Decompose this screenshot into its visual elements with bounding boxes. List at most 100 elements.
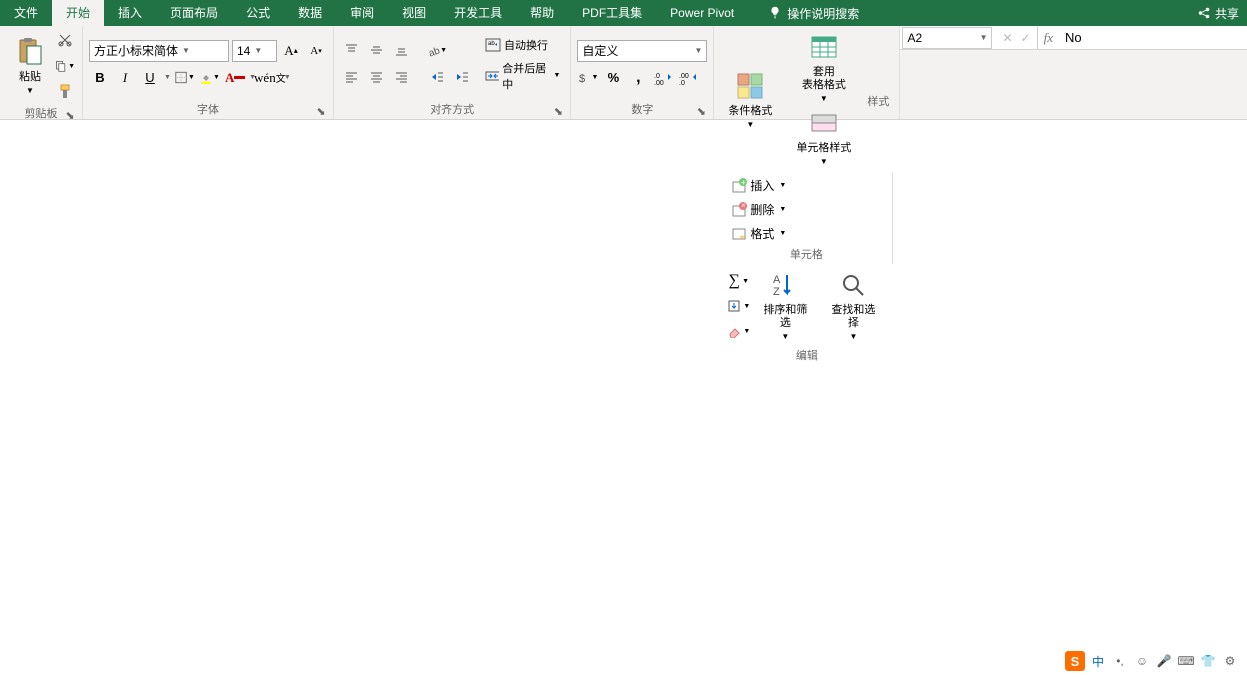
format-cells-button[interactable]: 格式▼ [726,223,791,244]
ribbon: 粘贴 ▼ ▼ 剪贴板⬊ 方正小标宋简体▼ 14▼ A▴ A▾ B [0,26,1247,120]
fill-button[interactable]: ▼ [726,295,751,317]
tab-review[interactable]: 审阅 [336,0,388,26]
fill-color-button[interactable]: ▼ [199,67,221,89]
italic-button[interactable]: I [114,67,136,89]
enter-formula-button[interactable]: ✓ [1021,31,1031,45]
font-group-label: 字体 [197,104,219,116]
svg-text:$: $ [579,73,585,85]
wrap-text-button[interactable]: ab自动换行 [481,36,564,54]
font-size-combo[interactable]: 14▼ [232,40,277,62]
tell-me-label: 操作说明搜索 [787,5,859,22]
group-cells: +插入▼ ×删除▼ 格式▼ 单元格 [720,172,893,264]
borders-button[interactable]: ▼ [174,67,196,89]
merge-icon [485,68,499,84]
svg-text:.00: .00 [654,80,664,85]
tab-powerpivot[interactable]: Power Pivot [656,0,748,26]
phonetic-button[interactable]: wén文 [259,67,281,89]
group-alignment: ab▼ ab自动换行 合并后居中▼ 对齐方式 ⬊ [334,26,571,119]
font-name-combo[interactable]: 方正小标宋简体▼ [89,40,229,62]
group-clipboard: 粘贴 ▼ ▼ 剪贴板⬊ [0,26,83,119]
cut-button[interactable] [54,29,76,51]
number-format-combo[interactable]: 自定义▼ [577,40,707,62]
styles-group-label: 样式 [867,96,889,108]
format-table-icon [810,33,838,61]
format-table-button[interactable]: 套用 表格格式▼ 单元格样式▼ [780,29,867,172]
paste-button[interactable]: 粘贴 ▼ [6,34,54,99]
tab-help[interactable]: 帮助 [516,0,568,26]
sort-filter-button[interactable]: AZ排序和筛选▼ [751,267,819,345]
svg-text:.0: .0 [679,80,685,85]
delete-cells-button[interactable]: ×删除▼ [726,199,791,220]
tab-pdftools[interactable]: PDF工具集 [568,0,656,26]
tab-insert[interactable]: 插入 [104,0,156,26]
percent-button[interactable]: % [602,67,624,89]
orientation-icon: ab [427,43,440,58]
tab-formulas[interactable]: 公式 [232,0,284,26]
ime-lang-toggle[interactable]: 中 [1089,652,1107,670]
alignment-group-label: 对齐方式 [430,104,474,116]
increase-indent-button[interactable] [451,67,473,89]
cell-styles-button[interactable]: 单元格样式▼ [788,105,859,170]
group-styles: 条件格式▼ 套用 表格格式▼ 单元格样式▼ 样式 +插入▼ ×删除▼ 格式▼ 单… [714,26,900,119]
align-left-button[interactable] [340,67,362,89]
borders-icon [175,70,187,85]
autosum-button[interactable]: ∑▼ [726,270,751,292]
align-center-button[interactable] [365,67,387,89]
menubar: 文件 开始 插入 页面布局 公式 数据 审阅 视图 开发工具 帮助 PDF工具集… [0,0,1247,26]
increase-decimal-button[interactable]: .0.00 [652,67,674,89]
ime-toolbar: S 中 •, ☺ 🎤 ⌨ 👕 ⚙ [1065,651,1239,671]
clipboard-dialog-launcher[interactable]: ⬊ [64,109,76,121]
clear-button[interactable]: ▼ [726,320,751,342]
find-icon [839,271,867,299]
conditional-format-button[interactable]: 条件格式▼ [720,68,780,133]
ime-mic-icon[interactable]: 🎤 [1155,652,1173,670]
conditional-format-icon [736,72,764,100]
fx-button[interactable]: fx [1038,30,1059,46]
tab-home[interactable]: 开始 [52,0,104,26]
format-painter-button[interactable] [54,81,76,103]
merge-center-button[interactable]: 合并后居中▼ [481,59,564,93]
tab-developer[interactable]: 开发工具 [440,0,516,26]
bold-button[interactable]: B [89,67,111,89]
insert-cells-button[interactable]: +插入▼ [726,175,791,196]
formula-input[interactable] [1059,27,1247,49]
decrease-decimal-button[interactable]: .00.0 [677,67,699,89]
ime-emoji-icon[interactable]: ☺ [1133,652,1151,670]
copy-icon [55,58,67,74]
fill-down-icon [727,299,741,313]
cells-group-label: 单元格 [790,249,823,261]
align-bottom-button[interactable] [390,40,412,62]
tell-me-search[interactable]: 操作说明搜索 [768,5,859,22]
orientation-button[interactable]: ab▼ [426,40,448,62]
find-select-button[interactable]: 查找和选择▼ [819,267,887,345]
decrease-indent-button[interactable] [426,67,448,89]
ime-skin-icon[interactable]: 👕 [1199,652,1217,670]
tab-data[interactable]: 数据 [284,0,336,26]
comma-button[interactable]: , [627,67,649,89]
share-button[interactable]: 共享 [1197,5,1247,22]
font-dialog-launcher[interactable]: ⬊ [315,105,327,117]
align-right-button[interactable] [390,67,412,89]
sogou-ime-icon[interactable]: S [1065,651,1085,671]
ime-keyboard-icon[interactable]: ⌨ [1177,652,1195,670]
share-label: 共享 [1215,5,1239,22]
align-middle-button[interactable] [365,40,387,62]
alignment-dialog-launcher[interactable]: ⬊ [552,105,564,117]
tab-pagelayout[interactable]: 页面布局 [156,0,232,26]
svg-text:Z: Z [773,286,780,298]
ime-settings-icon[interactable]: ⚙ [1221,652,1239,670]
cancel-formula-button[interactable]: ✕ [1002,31,1012,45]
tab-view[interactable]: 视图 [388,0,440,26]
font-color-button[interactable]: A [224,67,246,89]
increase-font-button[interactable]: A▴ [280,40,302,62]
decrease-font-button[interactable]: A▾ [305,40,327,62]
copy-button[interactable]: ▼ [54,55,76,77]
clear-icon [727,324,741,338]
ime-punct-icon[interactable]: •, [1111,652,1129,670]
accounting-format-button[interactable]: $▼ [577,67,599,89]
align-top-button[interactable] [340,40,362,62]
underline-button[interactable]: U [139,67,161,89]
name-box[interactable]: A2▼ [902,27,992,49]
number-dialog-launcher[interactable]: ⬊ [695,105,707,117]
tab-file[interactable]: 文件 [0,0,52,26]
